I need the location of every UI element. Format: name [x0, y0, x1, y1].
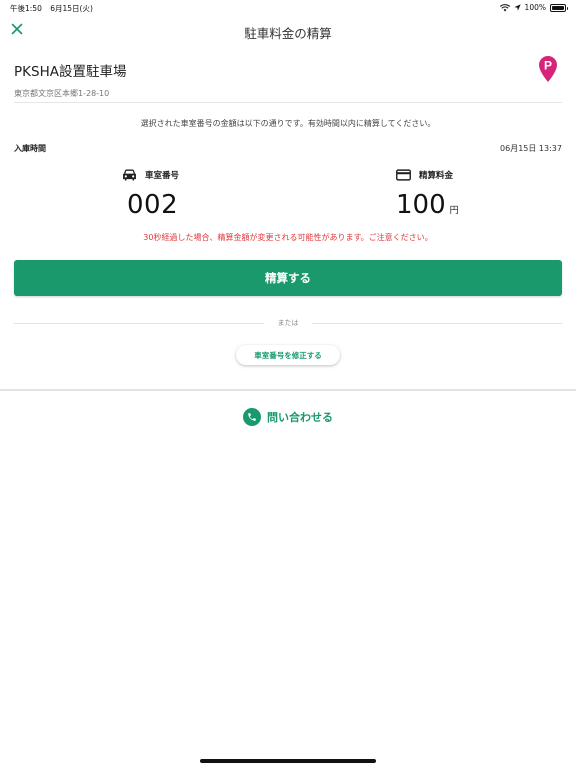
- home-indicator[interactable]: [200, 759, 376, 763]
- status-right: 100%: [499, 3, 568, 12]
- edit-room-number-button[interactable]: 車室番号を修正する: [236, 345, 340, 365]
- status-left: 午後1:50 6月15日(火): [10, 3, 93, 14]
- nav-bar: 駐車料金の精算: [0, 16, 576, 46]
- fee-header: 精算料金: [396, 169, 453, 181]
- phone-icon: [243, 408, 261, 426]
- contact-label: 問い合わせる: [267, 411, 333, 424]
- or-label: または: [277, 319, 299, 327]
- svg-text:P: P: [544, 59, 552, 73]
- section-divider: [0, 389, 576, 391]
- parking-lot-name: PKSHA設置駐車場: [14, 64, 127, 80]
- page-title: 駐車料金の精算: [244, 26, 332, 41]
- header-divider: [14, 102, 562, 103]
- room-number-label: 車室番号: [145, 171, 180, 181]
- or-divider-right: [312, 323, 562, 324]
- parking-lot-address: 東京都文京区本郷1-28-10: [14, 89, 110, 98]
- room-number-value: 002: [127, 190, 179, 220]
- battery-percent: 100%: [524, 3, 546, 12]
- battery-icon: [550, 3, 568, 12]
- contact-link[interactable]: 問い合わせる: [243, 408, 333, 426]
- credit-card-icon: [396, 169, 411, 181]
- wifi-icon: [499, 3, 510, 11]
- car-icon: [123, 169, 136, 181]
- entry-time-value: 06月15日 13:37: [500, 144, 562, 153]
- location-arrow-icon: [513, 4, 521, 11]
- fee-label: 精算料金: [419, 171, 454, 181]
- room-number-header: 車室番号: [122, 169, 179, 181]
- fee-value: 100 円: [396, 190, 459, 220]
- pay-button[interactable]: 精算する: [14, 260, 562, 296]
- status-bar: 午後1:50 6月15日(火) 100%: [0, 0, 576, 16]
- entry-time-label: 入庫時間: [14, 144, 46, 153]
- fee-amount: 100: [396, 190, 446, 220]
- status-date: 6月15日(火): [50, 4, 93, 13]
- fee-unit: 円: [449, 206, 459, 216]
- status-time: 午後1:50: [10, 4, 42, 13]
- notice-text: 選択された車室番号の金額は以下の通りです。有効時間以内に精算してください。: [140, 119, 436, 128]
- parking-pin-icon: P: [539, 56, 557, 82]
- screen: 午後1:50 6月15日(火) 100% 駐車料金の精算 PKSHA設置駐車場 …: [0, 0, 576, 768]
- warning-text: 30秒経過した場合、精算金額が変更される可能性があります。ご注意ください。: [143, 233, 433, 242]
- or-divider-left: [14, 323, 264, 324]
